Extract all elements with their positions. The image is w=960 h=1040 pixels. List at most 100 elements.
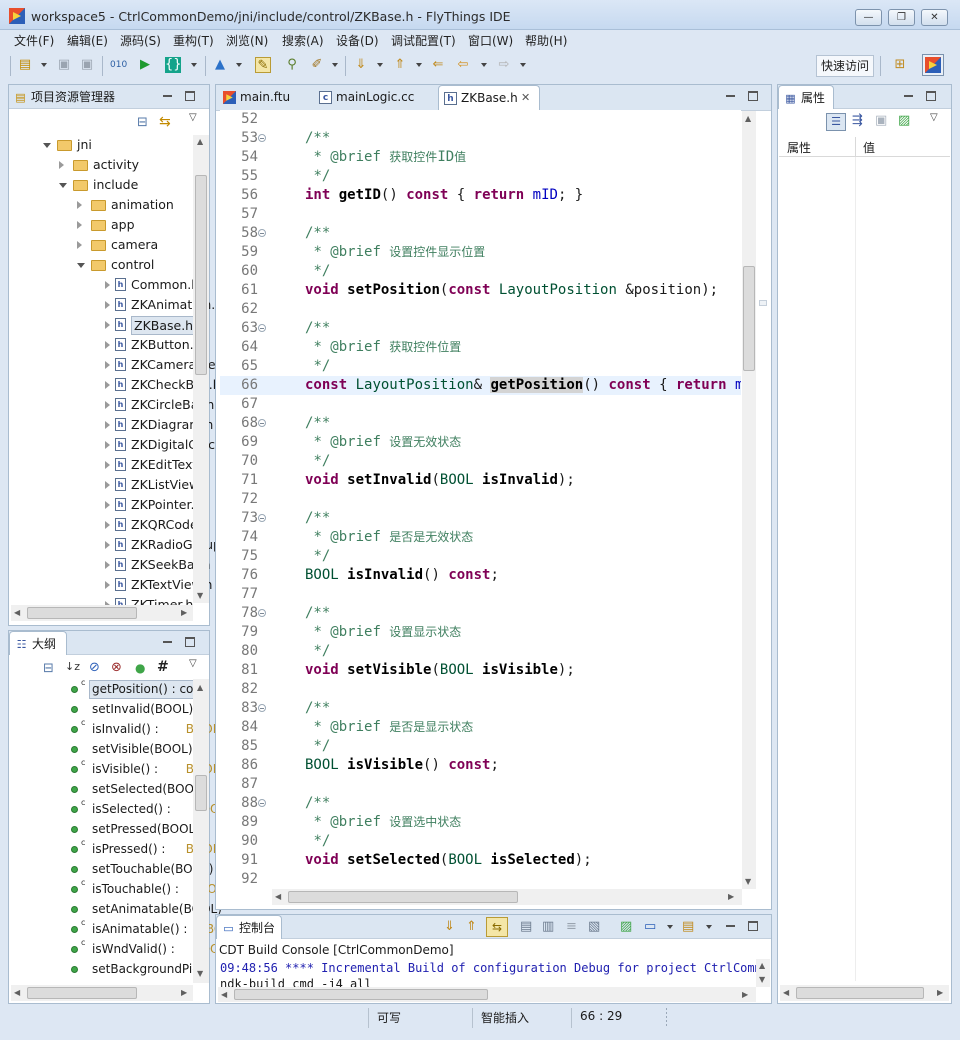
save-all-icon[interactable]: ▣ bbox=[79, 57, 95, 73]
tree-folder-item[interactable]: app bbox=[9, 215, 193, 235]
quick-access-field[interactable]: 快速访问 bbox=[816, 55, 874, 77]
code-line[interactable]: 92 bbox=[220, 870, 741, 888]
tree-file-item[interactable]: h ZKCameraView.h bbox=[9, 355, 237, 375]
code-line[interactable]: 53 /** bbox=[220, 129, 741, 148]
outline-vertical-scrollbar[interactable]: ▲ ▼ bbox=[193, 679, 209, 983]
scroll-left-arrow[interactable]: ◀ bbox=[14, 608, 20, 618]
hide-non-public-icon[interactable]: ● bbox=[135, 661, 145, 675]
back-icon[interactable]: ⇦ bbox=[455, 57, 471, 73]
tree-file-item[interactable]: h ZKDigitalClock.h bbox=[9, 435, 234, 455]
outline-item[interactable]: cisVisible() : BOOL bbox=[9, 758, 219, 779]
word-wrap-icon[interactable]: ≡ bbox=[566, 919, 577, 934]
outline-item[interactable]: cisInvalid() : BOOL bbox=[9, 718, 219, 739]
chevron-down-icon[interactable] bbox=[416, 63, 422, 67]
collapsed-arrow-icon[interactable] bbox=[105, 481, 110, 489]
scroll-right-arrow[interactable]: ▶ bbox=[742, 990, 748, 1000]
maximize-panel-button[interactable] bbox=[185, 637, 195, 647]
fold-toggle-icon[interactable] bbox=[258, 419, 266, 427]
close-tab-icon[interactable]: ✕ bbox=[521, 86, 530, 110]
restore-default-icon[interactable]: ▣ bbox=[875, 113, 887, 128]
column-divider[interactable] bbox=[855, 137, 856, 157]
up-arrow-icon[interactable]: ⇑ bbox=[466, 919, 477, 934]
search-icon[interactable]: ⚲ bbox=[284, 57, 300, 73]
tree-horizontal-scrollbar[interactable]: ◀ ▶ bbox=[11, 605, 193, 621]
forward-icon[interactable]: ⇨ bbox=[496, 57, 512, 73]
hide-static-icon[interactable]: ⊗ bbox=[111, 660, 122, 675]
chevron-down-icon[interactable] bbox=[191, 63, 197, 67]
scroll-thumb[interactable] bbox=[288, 891, 518, 903]
pin-icon[interactable]: ▨ bbox=[898, 113, 910, 128]
fold-toggle-icon[interactable] bbox=[258, 609, 266, 617]
maximize-panel-button[interactable] bbox=[185, 91, 195, 101]
code-line[interactable]: 55 */ bbox=[220, 167, 741, 186]
tab-console[interactable]: ▭ 控制台 bbox=[216, 915, 282, 939]
tree-folder-item[interactable]: animation bbox=[9, 195, 193, 215]
tree-folder-item[interactable]: control bbox=[9, 255, 193, 275]
code-line[interactable]: 90 */ bbox=[220, 832, 741, 851]
outline-item[interactable]: setVisible(BOOL) bbox=[9, 739, 193, 759]
chevron-down-icon[interactable] bbox=[332, 63, 338, 67]
tab-project-explorer[interactable]: ▤ 项目资源管理器 bbox=[9, 85, 115, 109]
code-line[interactable]: 73 /** bbox=[220, 509, 741, 528]
code-line[interactable]: 86 BOOL isVisible() const; bbox=[220, 756, 741, 775]
clear-console-icon[interactable]: ▧ bbox=[588, 919, 600, 934]
maximize-panel-button[interactable] bbox=[748, 91, 758, 101]
fold-toggle-icon[interactable] bbox=[258, 134, 266, 142]
collapsed-arrow-icon[interactable] bbox=[105, 421, 110, 429]
code-line[interactable]: 72 bbox=[220, 490, 741, 509]
maximize-panel-button[interactable] bbox=[926, 91, 936, 101]
collapsed-arrow-icon[interactable] bbox=[59, 161, 64, 169]
code-line[interactable]: 80 */ bbox=[220, 642, 741, 661]
tree-file-item[interactable]: h ZKRadioGroup.h bbox=[9, 535, 233, 555]
debug-target-icon[interactable]: {} bbox=[165, 57, 182, 73]
code-line[interactable]: 58 /** bbox=[220, 224, 741, 243]
outline-item[interactable]: setTouchable(BOOL) bbox=[9, 859, 213, 879]
paste-icon[interactable]: ▥ bbox=[542, 919, 554, 934]
show-console-icon[interactable]: ⇆ bbox=[486, 917, 508, 937]
scroll-thumb[interactable] bbox=[195, 175, 207, 375]
tab-properties[interactable]: ▦ 属性 bbox=[778, 85, 834, 109]
properties-horizontal-scrollbar[interactable]: ◀ ▶ bbox=[780, 985, 949, 1001]
collapsed-arrow-icon[interactable] bbox=[105, 321, 110, 329]
code-line[interactable]: 56 int getID() const { return mID; } bbox=[220, 186, 741, 205]
collapsed-arrow-icon[interactable] bbox=[105, 301, 110, 309]
menu-source[interactable]: 源码(S) bbox=[120, 32, 161, 49]
pin-console-icon[interactable]: ▨ bbox=[620, 919, 632, 934]
tree-file-item[interactable]: h ZKSeekBar.h bbox=[9, 555, 210, 575]
code-line[interactable]: 68 /** bbox=[220, 414, 741, 433]
code-line[interactable]: 82 bbox=[220, 680, 741, 699]
tree-file-item[interactable]: h ZKPointer.h bbox=[9, 495, 202, 515]
expanded-arrow-icon[interactable] bbox=[59, 183, 67, 188]
open-perspective-icon[interactable]: ⊞ bbox=[892, 57, 908, 73]
code-line[interactable]: 52 bbox=[220, 110, 741, 129]
scroll-thumb[interactable] bbox=[27, 987, 137, 999]
sort-icon[interactable]: ↓z bbox=[65, 660, 80, 673]
code-line[interactable]: 91 void setSelected(BOOL isSelected); bbox=[220, 851, 741, 870]
run-icon[interactable]: ▶ bbox=[137, 57, 153, 73]
collapsed-arrow-icon[interactable] bbox=[105, 581, 110, 589]
code-line[interactable]: 75 */ bbox=[220, 547, 741, 566]
scroll-thumb[interactable] bbox=[195, 775, 207, 811]
view-menu-icon[interactable]: ▽ bbox=[189, 658, 197, 669]
menu-search[interactable]: 搜索(A) bbox=[282, 32, 324, 49]
tree-file-item[interactable]: h ZKButton.h bbox=[9, 335, 202, 355]
tree-folder-item[interactable]: activity bbox=[9, 155, 193, 175]
tab-mainlogic-cc[interactable]: c mainLogic.cc bbox=[314, 85, 434, 109]
code-line[interactable]: 64 * @brief 获取控件位置 bbox=[220, 338, 741, 357]
code-line[interactable]: 60 */ bbox=[220, 262, 741, 281]
collapse-all-icon[interactable]: ⊟ bbox=[137, 115, 148, 130]
scroll-down-arrow[interactable]: ▼ bbox=[759, 975, 765, 985]
console-horizontal-scrollbar[interactable]: ◀ ▶ bbox=[218, 987, 756, 1002]
scroll-down-arrow[interactable]: ▼ bbox=[197, 591, 203, 601]
collapsed-arrow-icon[interactable] bbox=[105, 381, 110, 389]
brush-icon[interactable]: ✐ bbox=[309, 57, 325, 73]
fold-toggle-icon[interactable] bbox=[258, 799, 266, 807]
tree-file-item[interactable]: h ZKDiagram.h bbox=[9, 415, 213, 435]
save-icon[interactable]: ▣ bbox=[56, 57, 72, 73]
collapsed-arrow-icon[interactable] bbox=[77, 221, 82, 229]
minimize-panel-button[interactable] bbox=[726, 91, 736, 101]
link-editor-icon[interactable]: ⇆ bbox=[159, 114, 171, 130]
scroll-up-arrow[interactable]: ▲ bbox=[197, 683, 203, 693]
chevron-down-icon[interactable] bbox=[41, 63, 47, 67]
collapsed-arrow-icon[interactable] bbox=[105, 281, 110, 289]
